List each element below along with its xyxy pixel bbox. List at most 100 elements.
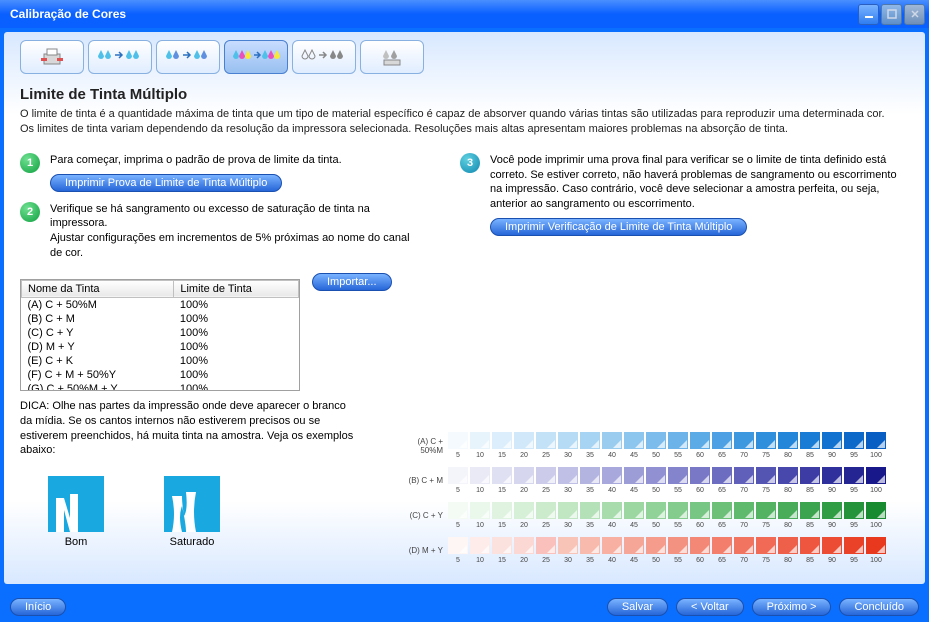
swatch: [624, 537, 644, 554]
table-row[interactable]: (E) C + K100%: [22, 354, 299, 368]
swatch: [514, 467, 534, 484]
ink-name: (E) C + K: [22, 354, 174, 368]
swatch-value: 5: [456, 487, 460, 494]
swatch-row: (D) M + Y5101520253035404550556065707580…: [399, 537, 909, 564]
ink-limit: 100%: [174, 297, 299, 312]
ink-limit: 100%: [174, 312, 299, 326]
table-header-name[interactable]: Nome da Tinta: [22, 280, 174, 297]
window-title: Calibração de Cores: [4, 7, 858, 21]
maximize-icon: [887, 9, 897, 19]
ink-name: (C) C + Y: [22, 326, 174, 340]
swatch-value: 30: [564, 557, 572, 564]
swatch: [756, 432, 776, 449]
swatch-value: 85: [806, 522, 814, 529]
swatch-value: 5: [456, 557, 460, 564]
tab-drops-cmyk[interactable]: [224, 40, 288, 74]
example-good-label: Bom: [48, 536, 104, 548]
swatch: [580, 502, 600, 519]
swatch-value: 25: [542, 487, 550, 494]
swatch-value: 10: [476, 557, 484, 564]
swatch-value: 70: [740, 487, 748, 494]
swatch: [514, 537, 534, 554]
swatch-value: 65: [718, 487, 726, 494]
table-row[interactable]: (D) M + Y100%: [22, 340, 299, 354]
minimize-button[interactable]: [858, 4, 879, 25]
swatch-value: 50: [652, 557, 660, 564]
swatch: [492, 432, 512, 449]
table-row[interactable]: (A) C + 50%M100%: [22, 297, 299, 312]
swatch: [844, 467, 864, 484]
swatch-row-label: (A) C + 50%M: [399, 437, 447, 455]
save-button[interactable]: Salvar: [607, 598, 668, 616]
import-button[interactable]: Importar...: [312, 273, 392, 291]
drops-icon-2: [163, 46, 213, 68]
swatch-value: 80: [784, 522, 792, 529]
ink-name: (D) M + Y: [22, 340, 174, 354]
back-button[interactable]: < Voltar: [676, 598, 744, 616]
drops-cmyk-icon: [231, 46, 281, 68]
table-row[interactable]: (C) C + Y100%: [22, 326, 299, 340]
swatch-value: 70: [740, 522, 748, 529]
swatch-value: 55: [674, 452, 682, 459]
swatch: [712, 432, 732, 449]
tab-printer[interactable]: [20, 40, 84, 74]
swatch: [514, 502, 534, 519]
swatch: [712, 537, 732, 554]
step-1-text: Para começar, imprima o padrão de prova …: [50, 153, 420, 168]
swatch-value: 90: [828, 522, 836, 529]
swatch-value: 65: [718, 522, 726, 529]
tab-settings[interactable]: [360, 40, 424, 74]
swatch: [580, 537, 600, 554]
swatch: [668, 432, 688, 449]
swatch-value: 45: [630, 487, 638, 494]
drops-gray-icon: [299, 46, 349, 68]
swatch-value: 50: [652, 452, 660, 459]
table-row[interactable]: (F) C + M + 50%Y100%: [22, 368, 299, 382]
tab-drops-gray[interactable]: [292, 40, 356, 74]
swatch: [492, 467, 512, 484]
tab-drops-1[interactable]: [88, 40, 152, 74]
table-header-limit[interactable]: Limite de Tinta: [174, 280, 299, 297]
page-title: Limite de Tinta Múltiplo: [20, 86, 909, 103]
swatch-value: 5: [456, 452, 460, 459]
swatch-value: 40: [608, 452, 616, 459]
next-button[interactable]: Próximo >: [752, 598, 832, 616]
ink-name: (G) C + 50%M + Y: [22, 382, 174, 391]
print-verify-button[interactable]: Imprimir Verificação de Limite de Tinta …: [490, 218, 747, 236]
swatch-value: 60: [696, 452, 704, 459]
tab-drops-2[interactable]: [156, 40, 220, 74]
table-row[interactable]: (B) C + M100%: [22, 312, 299, 326]
swatch: [580, 432, 600, 449]
swatch: [712, 467, 732, 484]
swatch-value: 75: [762, 487, 770, 494]
swatch-value: 90: [828, 557, 836, 564]
swatch: [822, 467, 842, 484]
swatch: [558, 537, 578, 554]
swatch-value: 65: [718, 452, 726, 459]
ink-table[interactable]: Nome da Tinta Limite de Tinta (A) C + 50…: [20, 279, 300, 391]
swatch-row: (B) C + M5101520253035404550556065707580…: [399, 467, 909, 494]
swatch: [822, 502, 842, 519]
done-button[interactable]: Concluído: [839, 598, 919, 616]
swatch-value: 100: [870, 452, 882, 459]
swatch: [690, 432, 710, 449]
swatch: [558, 502, 578, 519]
swatch-value: 85: [806, 487, 814, 494]
swatch-value: 70: [740, 452, 748, 459]
swatch: [536, 432, 556, 449]
swatch-value: 30: [564, 487, 572, 494]
swatch-value: 45: [630, 557, 638, 564]
swatch: [668, 502, 688, 519]
printer-icon: [38, 46, 66, 68]
swatch: [712, 502, 732, 519]
start-button[interactable]: Início: [10, 598, 66, 616]
swatch: [778, 537, 798, 554]
swatch: [580, 467, 600, 484]
swatch: [602, 537, 622, 554]
swatch-value: 35: [586, 522, 594, 529]
swatch: [822, 537, 842, 554]
print-proof-button[interactable]: Imprimir Prova de Limite de Tinta Múltip…: [50, 174, 282, 192]
swatch-value: 55: [674, 557, 682, 564]
table-row[interactable]: (G) C + 50%M + Y100%: [22, 382, 299, 391]
swatch: [646, 432, 666, 449]
